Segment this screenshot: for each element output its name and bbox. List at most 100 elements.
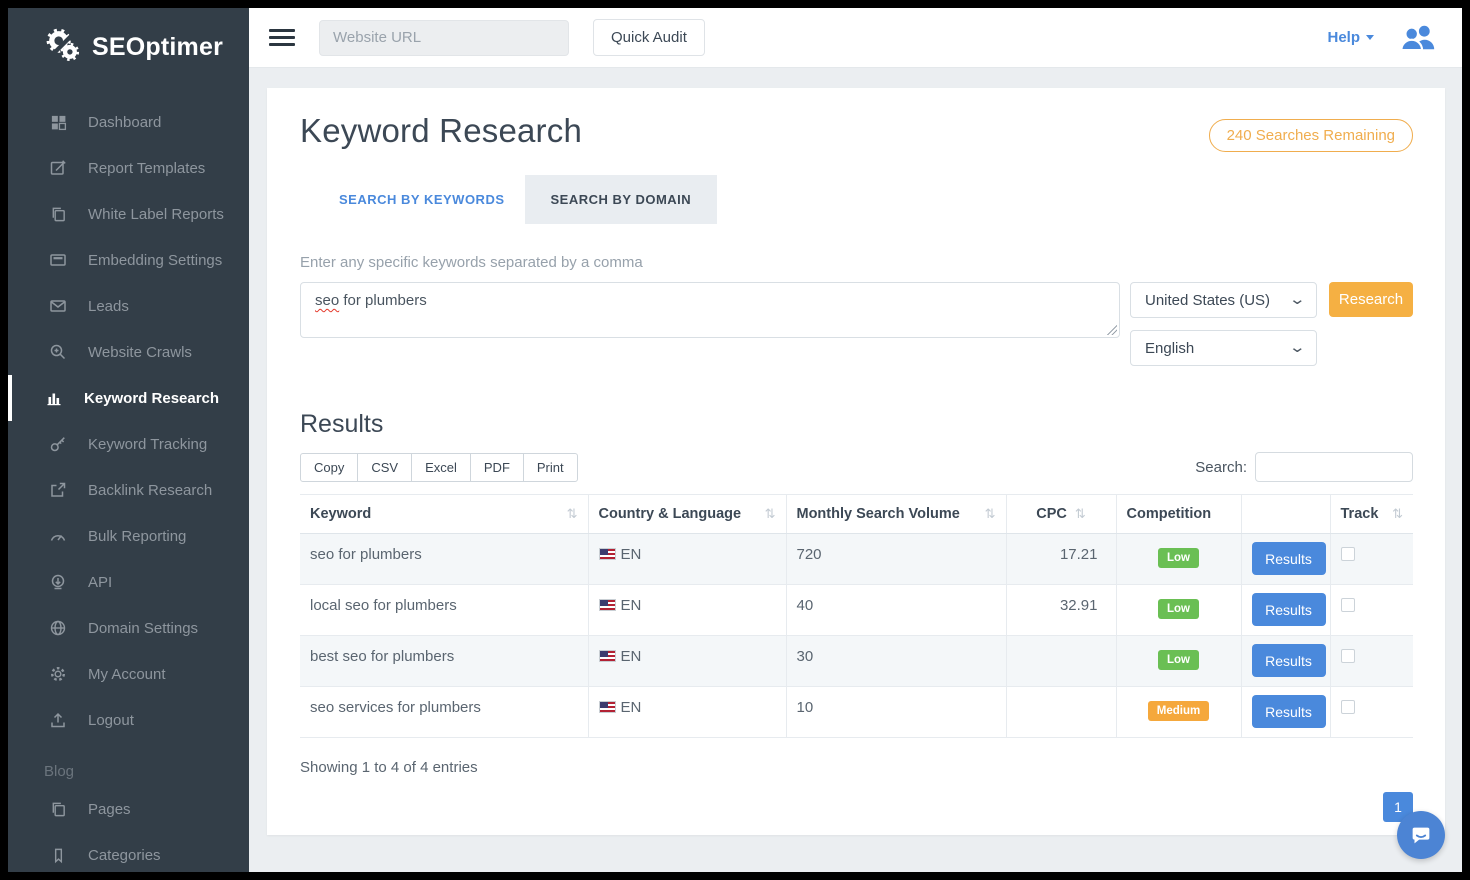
sidebar-item-label: Logout <box>88 712 134 729</box>
help-label: Help <box>1327 29 1360 46</box>
sidebar: SEOptimer Dashboard Report Templates Whi… <box>8 8 249 872</box>
sidebar-item-embedding-settings[interactable]: Embedding Settings <box>8 237 249 283</box>
competition-badge: Low <box>1158 548 1199 568</box>
pages-icon <box>48 799 68 819</box>
print-button[interactable]: Print <box>523 453 578 482</box>
chevron-down-icon <box>1366 35 1374 40</box>
track-checkbox[interactable] <box>1341 649 1355 663</box>
sidebar-item-backlink-research[interactable]: Backlink Research <box>8 467 249 513</box>
keywords-textarea[interactable]: seo for plumbers <box>300 282 1120 338</box>
action-cell: Results <box>1241 534 1330 585</box>
sidebar-item-leads[interactable]: Leads <box>8 283 249 329</box>
language-select-value: English <box>1145 340 1194 357</box>
keyword-cell: local seo for plumbers <box>300 585 588 636</box>
page-title: Keyword Research <box>300 112 582 150</box>
column-header-competition[interactable]: Competition <box>1116 495 1241 534</box>
us-flag-icon <box>599 650 616 662</box>
keyword-cell: seo for plumbers <box>300 534 588 585</box>
column-header-cpc[interactable]: CPC⇅ <box>1006 495 1116 534</box>
sort-icon: ⇅ <box>765 506 776 522</box>
competition-cell: Low <box>1116 585 1241 636</box>
resize-handle[interactable] <box>1107 325 1117 335</box>
country-select-value: United States (US) <box>1145 292 1270 309</box>
track-checkbox[interactable] <box>1341 598 1355 612</box>
action-cell: Results <box>1241 687 1330 738</box>
results-button[interactable]: Results <box>1252 695 1326 728</box>
sort-icon: ⇅ <box>1392 506 1403 522</box>
users-icon[interactable] <box>1400 23 1436 52</box>
sort-icon: ⇅ <box>1075 506 1086 522</box>
tab-search-by-domain[interactable]: SEARCH BY DOMAIN <box>525 175 718 224</box>
keyword-research-card: Keyword Research 240 Searches Remaining … <box>267 88 1445 835</box>
bookmark-icon <box>48 845 68 865</box>
competition-badge: Medium <box>1148 701 1209 721</box>
volume-cell: 10 <box>786 687 1006 738</box>
column-header-country-language[interactable]: Country & Language⇅ <box>588 495 786 534</box>
sidebar-item-keyword-research[interactable]: Keyword Research <box>8 375 249 421</box>
cpc-cell: 17.21 <box>1006 534 1116 585</box>
track-checkbox[interactable] <box>1341 700 1355 714</box>
sidebar-item-dashboard[interactable]: Dashboard <box>8 99 249 145</box>
help-menu[interactable]: Help <box>1327 29 1374 46</box>
country-select[interactable]: United States (US) ⌄ <box>1130 282 1317 318</box>
keyword-cell: best seo for plumbers <box>300 636 588 687</box>
country-cell: EN <box>588 585 786 636</box>
dashboard-icon <box>48 112 68 132</box>
sidebar-item-label: Keyword Tracking <box>88 436 207 453</box>
sidebar-item-pages[interactable]: Pages <box>8 786 249 832</box>
table-row: seo services for plumbers EN 10 Medium R… <box>300 687 1413 738</box>
chat-bubble-icon <box>1408 822 1434 848</box>
table-row: local seo for plumbers EN 40 32.91 Low R… <box>300 585 1413 636</box>
results-button[interactable]: Results <box>1252 593 1326 626</box>
table-row: seo for plumbers EN 720 17.21 Low Result… <box>300 534 1413 585</box>
csv-button[interactable]: CSV <box>357 453 412 482</box>
sidebar-item-bulk-reporting[interactable]: Bulk Reporting <box>8 513 249 559</box>
quick-audit-button[interactable]: Quick Audit <box>593 19 705 56</box>
volume-cell: 30 <box>786 636 1006 687</box>
sidebar-item-label: Bulk Reporting <box>88 528 186 545</box>
sidebar-item-report-templates[interactable]: Report Templates <box>8 145 249 191</box>
sidebar-item-api[interactable]: API <box>8 559 249 605</box>
column-header-volume[interactable]: Monthly Search Volume⇅ <box>786 495 1006 534</box>
competition-cell: Low <box>1116 636 1241 687</box>
gear-icon <box>48 664 68 684</box>
us-flag-icon <box>599 548 616 560</box>
sidebar-item-logout[interactable]: Logout <box>8 697 249 743</box>
column-header-track[interactable]: Track⇅ <box>1330 495 1413 534</box>
topbar: Quick Audit Help <box>249 8 1462 68</box>
gauge-icon <box>48 526 68 546</box>
sidebar-item-website-crawls[interactable]: Website Crawls <box>8 329 249 375</box>
chat-widget-button[interactable] <box>1397 811 1445 859</box>
brand[interactable]: SEOptimer <box>8 8 249 83</box>
track-checkbox[interactable] <box>1341 547 1355 561</box>
sidebar-item-domain-settings[interactable]: Domain Settings <box>8 605 249 651</box>
table-search-input[interactable] <box>1255 452 1413 482</box>
website-url-input[interactable] <box>319 20 569 56</box>
chevron-down-icon: ⌄ <box>1289 344 1307 352</box>
column-header-keyword[interactable]: Keyword⇅ <box>300 495 588 534</box>
hamburger-menu-icon[interactable] <box>269 29 295 46</box>
results-button[interactable]: Results <box>1252 542 1326 575</box>
search-tabs: SEARCH BY KEYWORDS SEARCH BY DOMAIN <box>300 175 1413 224</box>
volume-cell: 720 <box>786 534 1006 585</box>
sidebar-item-categories[interactable]: Categories <box>8 832 249 872</box>
excel-button[interactable]: Excel <box>411 453 471 482</box>
track-cell <box>1330 585 1413 636</box>
sidebar-item-my-account[interactable]: My Account <box>8 651 249 697</box>
country-cell: EN <box>588 687 786 738</box>
results-button[interactable]: Results <box>1252 644 1326 677</box>
copy-button[interactable]: Copy <box>300 453 358 482</box>
sidebar-item-keyword-tracking[interactable]: Keyword Tracking <box>8 421 249 467</box>
pdf-button[interactable]: PDF <box>470 453 524 482</box>
table-row: best seo for plumbers EN 30 Low Results <box>300 636 1413 687</box>
language-select[interactable]: English ⌄ <box>1130 330 1317 366</box>
action-cell: Results <box>1241 585 1330 636</box>
us-flag-icon <box>599 701 616 713</box>
competition-badge: Low <box>1158 650 1199 670</box>
sidebar-item-white-label-reports[interactable]: White Label Reports <box>8 191 249 237</box>
research-button[interactable]: Research <box>1329 282 1413 317</box>
sidebar-item-label: Dashboard <box>88 114 161 131</box>
sidebar-item-label: API <box>88 574 112 591</box>
tab-search-by-keywords[interactable]: SEARCH BY KEYWORDS <box>300 175 525 224</box>
chevron-down-icon: ⌄ <box>1289 296 1307 304</box>
